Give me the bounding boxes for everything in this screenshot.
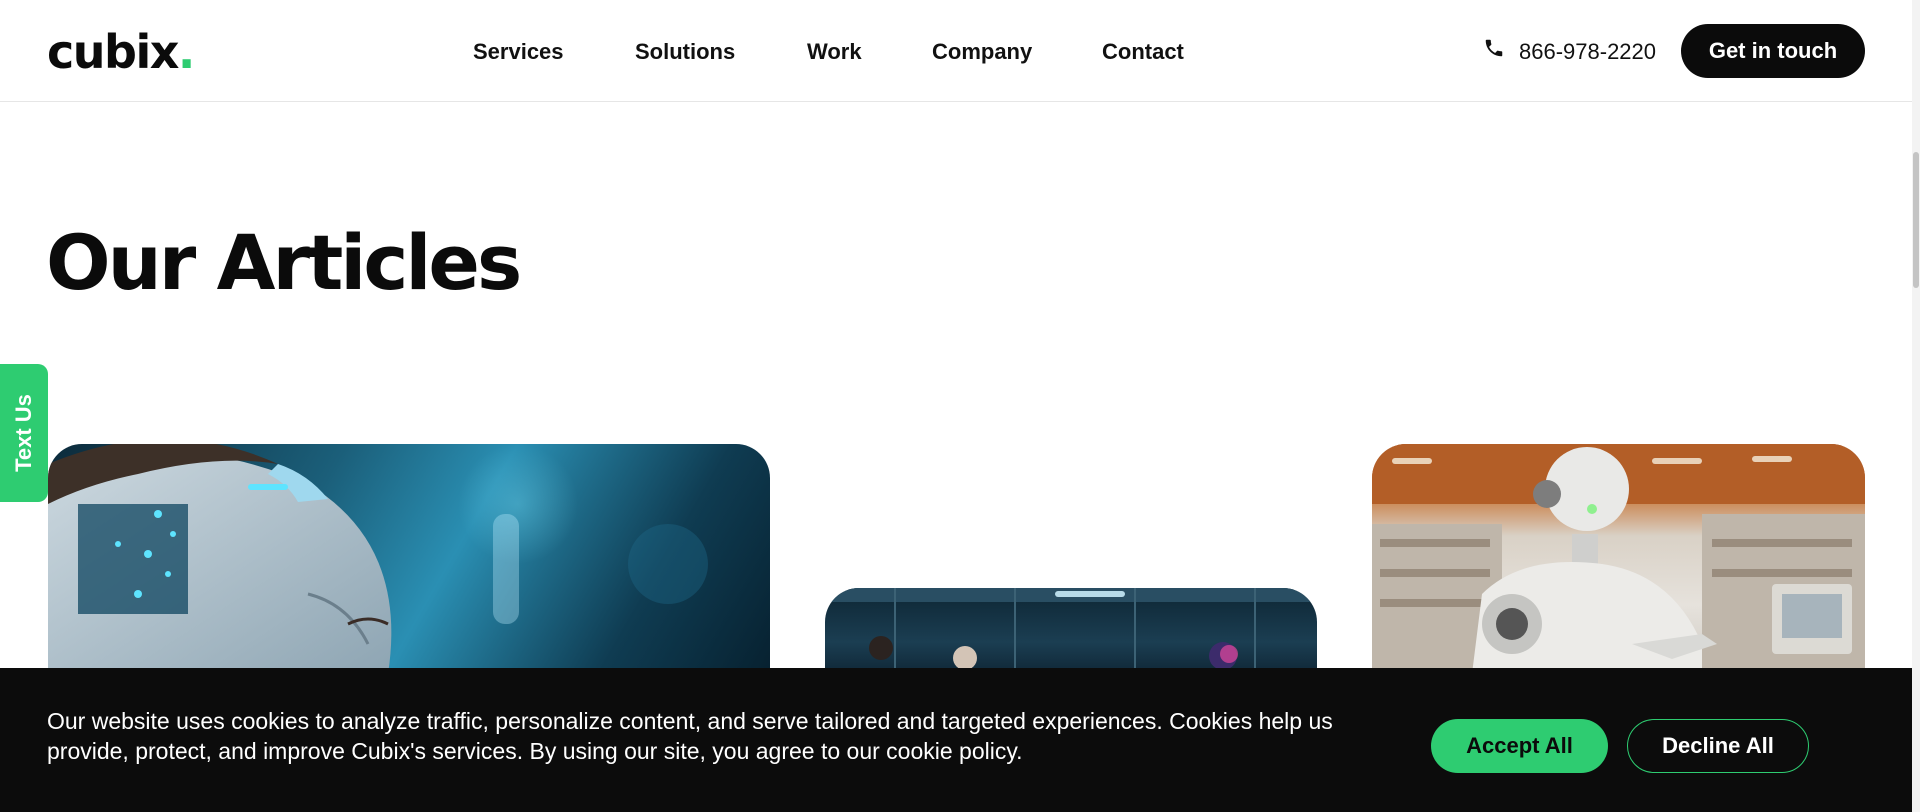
office-meeting-illustration (825, 588, 1317, 678)
nav-item-contact[interactable]: Contact (1102, 38, 1184, 66)
accept-all-button[interactable]: Accept All (1431, 719, 1608, 773)
scrollbar-track[interactable] (1912, 0, 1920, 812)
text-us-label: Text Us (11, 394, 36, 472)
cookie-banner: Our website uses cookies to analyze traf… (0, 668, 1912, 812)
get-in-touch-button[interactable]: Get in touch (1681, 24, 1865, 78)
decline-all-button[interactable]: Decline All (1627, 719, 1809, 773)
logo-dot: . (177, 25, 195, 79)
logo-text: cubix (47, 25, 179, 79)
article-card-image-3[interactable] (1372, 444, 1865, 674)
ai-head-illustration (48, 444, 708, 674)
nav-item-work[interactable]: Work (807, 38, 862, 66)
scrollbar-thumb[interactable] (1913, 152, 1919, 288)
cookie-message: Our website uses cookies to analyze traf… (47, 708, 1333, 764)
page-title: Our Articles (46, 218, 522, 307)
text-us-tab[interactable]: Text Us (0, 364, 48, 502)
nav-item-services[interactable]: Services (473, 38, 564, 66)
article-card-image-1[interactable] (48, 444, 770, 674)
article-card-image-2[interactable] (825, 588, 1317, 678)
nav-item-company[interactable]: Company (932, 38, 1032, 66)
phone-number: 866-978-2220 (1519, 38, 1657, 64)
phone-icon (1483, 37, 1505, 66)
cubix-logo[interactable]: cubix. (47, 24, 195, 80)
phone-link[interactable]: 866-978-2220 (1483, 37, 1656, 66)
robot-illustration (1372, 444, 1865, 674)
site-header: cubix. Services Solutions Work Company C… (0, 0, 1912, 102)
nav-item-solutions[interactable]: Solutions (635, 38, 735, 66)
